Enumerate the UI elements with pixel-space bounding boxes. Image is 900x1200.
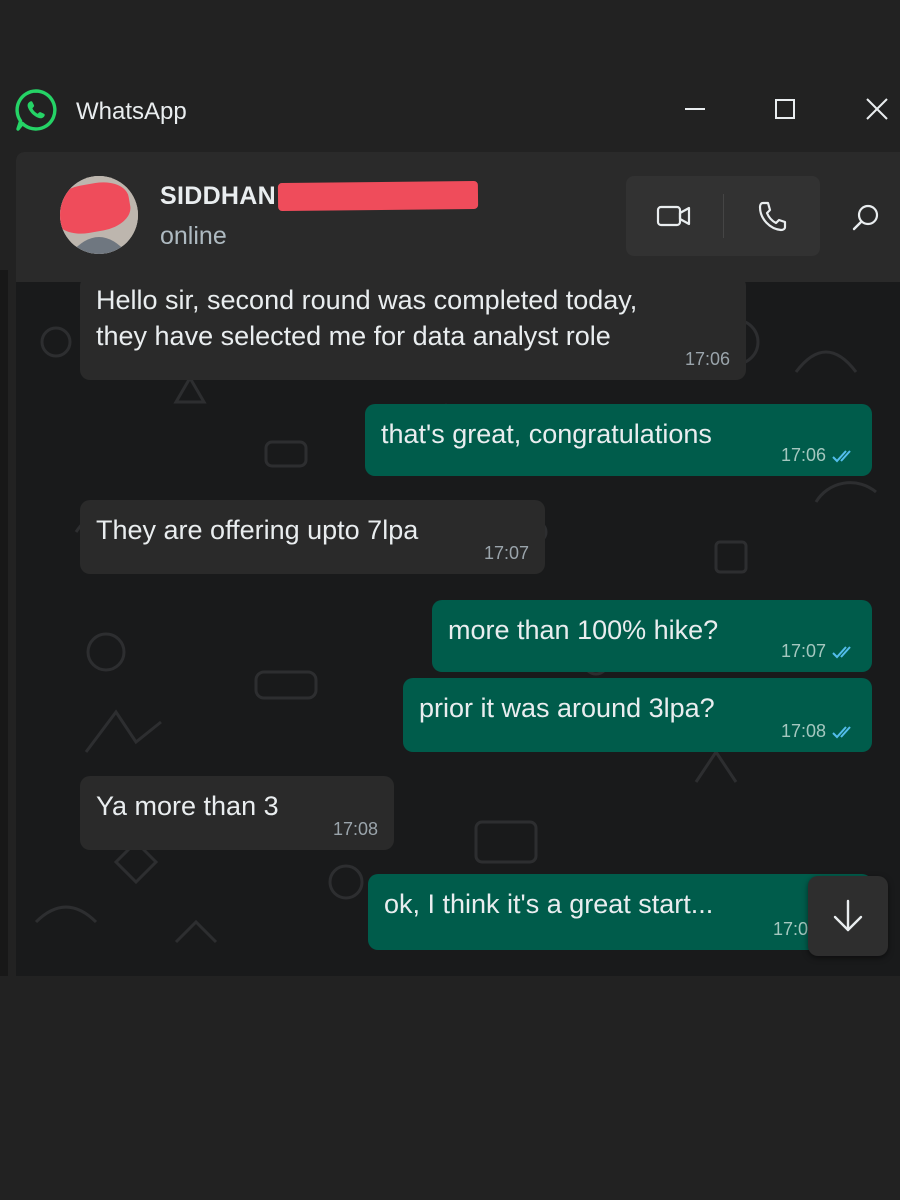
chat-header: SIDDHAN online: [16, 152, 900, 282]
close-button[interactable]: [852, 84, 900, 134]
maximize-button[interactable]: [760, 84, 810, 134]
message-text: they have selected me for data analyst r…: [96, 321, 611, 351]
message-time: 17:06: [684, 349, 730, 369]
message-text: prior it was around 3lpa?: [419, 693, 715, 723]
message-time: 17:08: [332, 819, 378, 839]
avatar[interactable]: [60, 176, 138, 254]
message-text: They are offering upto 7lpa: [96, 515, 419, 545]
arrow-down-icon: [833, 899, 863, 932]
message-outgoing[interactable]: that's great, congratulations 17:06: [365, 404, 872, 476]
message-meta: 17:06: [781, 445, 856, 466]
message-time: 17:07: [780, 641, 826, 661]
message-text: more than 100% hike?: [448, 615, 719, 645]
minimize-icon: [685, 108, 705, 110]
message-meta: 17:0: [773, 919, 808, 940]
phone-icon: [758, 201, 786, 232]
contact-status: online: [160, 222, 227, 250]
message-time: 17:0: [772, 919, 808, 939]
message-meta: 17:08: [333, 819, 378, 840]
search-button[interactable]: [842, 194, 890, 242]
video-camera-icon: [657, 205, 691, 227]
message-time: 17:06: [780, 445, 826, 465]
message-meta: 17:07: [484, 543, 529, 564]
message-time: 17:07: [483, 543, 529, 563]
message-time: 17:08: [780, 721, 826, 741]
double-tick-read-icon: [832, 725, 851, 738]
voice-call-button[interactable]: [724, 176, 821, 256]
scroll-to-bottom-button[interactable]: [808, 876, 888, 956]
message-text: Ya more than 3: [96, 791, 279, 821]
maximize-icon: [775, 99, 795, 119]
message-outgoing[interactable]: ok, I think it's a great start... 17:0: [368, 874, 872, 950]
search-icon: [852, 204, 879, 231]
message-meta: 17:06: [685, 349, 730, 370]
app-title: WhatsApp: [76, 98, 187, 125]
message-text: ok, I think it's a great start...: [384, 889, 714, 919]
message-outgoing[interactable]: more than 100% hike? 17:07: [432, 600, 872, 672]
name-redaction: [277, 180, 479, 212]
message-incoming[interactable]: They are offering upto 7lpa 17:07: [80, 500, 545, 574]
sidebar-edge: [0, 270, 8, 976]
message-list[interactable]: Hello sir, second round was completed to…: [16, 282, 900, 976]
contact-name[interactable]: SIDDHAN: [160, 182, 276, 211]
minimize-button[interactable]: [670, 84, 720, 134]
whatsapp-logo-icon: [15, 89, 57, 131]
message-outgoing[interactable]: prior it was around 3lpa? 17:08: [403, 678, 872, 752]
message-incoming[interactable]: Ya more than 3 17:08: [80, 776, 394, 850]
message-text: Hello sir, second round was completed to…: [96, 285, 638, 315]
double-tick-read-icon: [832, 645, 851, 658]
message-text: that's great, congratulations: [381, 419, 712, 449]
message-meta: 17:07: [781, 641, 856, 662]
close-icon: [866, 98, 888, 120]
title-bar: WhatsApp: [0, 72, 900, 150]
message-incoming[interactable]: Hello sir, second round was completed to…: [80, 282, 746, 380]
message-meta: 17:08: [781, 721, 856, 742]
chat-window: SIDDHAN online Hello sir, second round w…: [16, 152, 900, 976]
video-call-button[interactable]: [626, 176, 723, 256]
call-buttons: [626, 176, 820, 256]
double-tick-read-icon: [832, 449, 851, 462]
